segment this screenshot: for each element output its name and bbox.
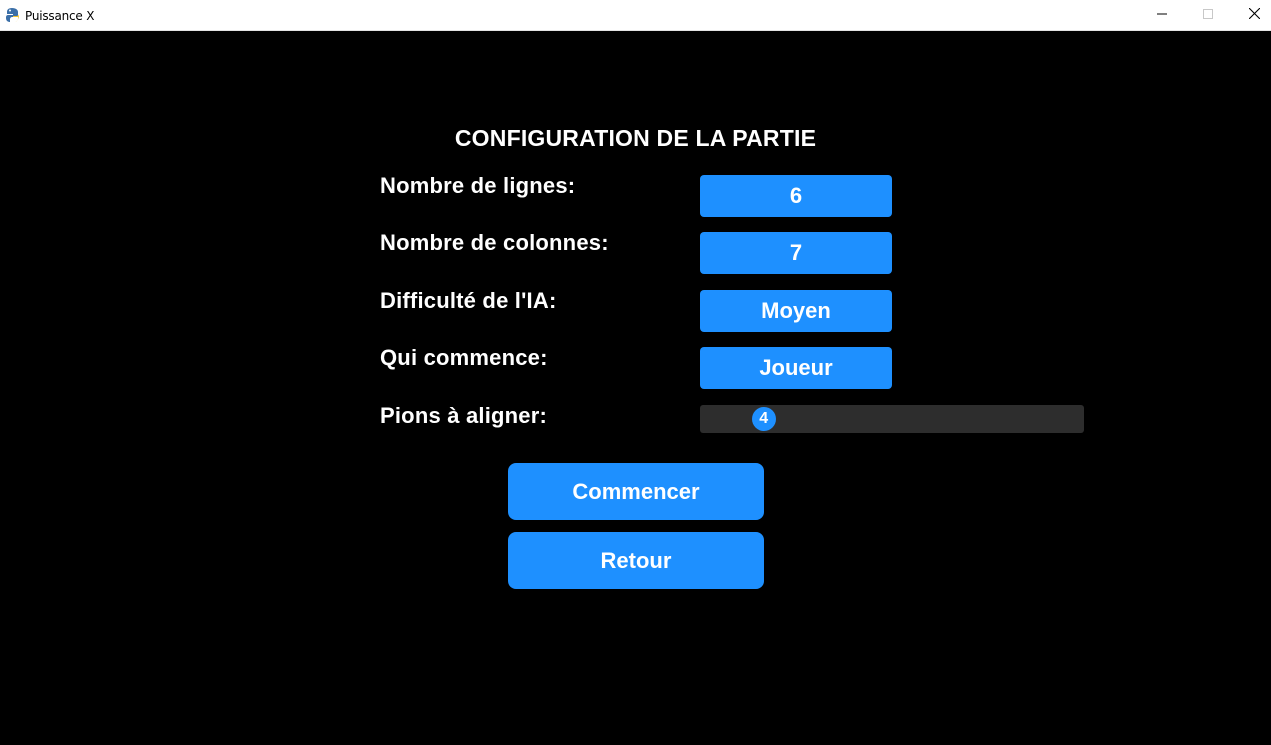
- pygame-snake-icon: [5, 7, 20, 23]
- minimize-icon: [1157, 6, 1167, 24]
- ai-difficulty-value: Moyen: [761, 298, 831, 323]
- window-title: Puissance X: [25, 9, 95, 23]
- columns-value: 7: [789, 240, 803, 265]
- align-count-slider[interactable]: 4: [700, 405, 1084, 433]
- ai-difficulty-button[interactable]: Moyen: [700, 290, 892, 332]
- columns-label: Nombre de colonnes:: [380, 230, 609, 255]
- rows-label: Nombre de lignes:: [380, 173, 576, 198]
- minimize-button[interactable]: [1139, 0, 1185, 30]
- start-button-label: Commencer: [572, 478, 700, 504]
- rows-button[interactable]: 6: [700, 175, 892, 217]
- first-player-label: Qui commence:: [380, 345, 548, 370]
- close-icon: [1248, 6, 1260, 24]
- game-window: Puissance X CONFIGURATION DE LA PARTIE N…: [0, 0, 1271, 745]
- start-button[interactable]: Commencer: [508, 463, 764, 520]
- columns-button[interactable]: 7: [700, 232, 892, 274]
- first-player-button[interactable]: Joueur: [700, 347, 892, 389]
- first-player-value: Joueur: [759, 355, 833, 380]
- back-button-label: Retour: [600, 547, 672, 573]
- ai-difficulty-label: Difficulté de l'IA:: [380, 288, 557, 313]
- page-title: CONFIGURATION DE LA PARTIE: [454, 125, 817, 151]
- back-button[interactable]: Retour: [508, 532, 764, 589]
- close-button[interactable]: [1231, 0, 1271, 30]
- slider-knob[interactable]: 4: [751, 407, 776, 431]
- title-bar: Puissance X: [0, 0, 1271, 31]
- maximize-button[interactable]: [1185, 0, 1231, 30]
- align-count-label: Pions à aligner:: [380, 403, 548, 428]
- rows-value: 6: [789, 183, 803, 208]
- maximize-icon: [1203, 6, 1213, 24]
- align-count-value: 4: [759, 410, 769, 427]
